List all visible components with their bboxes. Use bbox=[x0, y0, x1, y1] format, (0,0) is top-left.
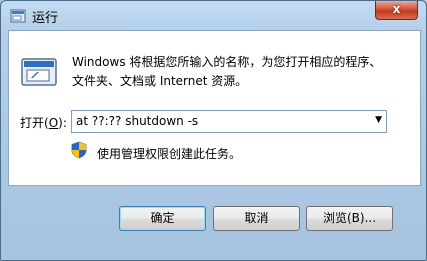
window-title: 运行 bbox=[32, 11, 59, 26]
run-program-icon bbox=[21, 58, 57, 86]
dialog-body: Windows 将根据您所输入的名称，为您打开相应的程序、 文件夹、文档或 In… bbox=[8, 30, 421, 186]
title-bar[interactable]: 运行 x bbox=[1, 1, 426, 29]
close-icon: x bbox=[392, 2, 401, 16]
command-input[interactable]: at ??:?? shutdown -s bbox=[76, 114, 198, 128]
uac-shield-icon bbox=[71, 141, 87, 159]
command-combobox[interactable]: at ??:?? shutdown -s ▼ bbox=[71, 110, 387, 133]
run-icon bbox=[10, 9, 26, 23]
open-label: 打开(O): bbox=[20, 116, 67, 130]
dropdown-arrow-icon[interactable]: ▼ bbox=[375, 115, 382, 125]
run-dialog-window: 运行 x Windows 将根据您所输入的名称，为您打开相应的程序、 文件夹、文… bbox=[0, 0, 427, 261]
close-button[interactable]: x bbox=[375, 1, 418, 20]
dialog-description: Windows 将根据您所输入的名称，为您打开相应的程序、 文件夹、文档或 In… bbox=[72, 53, 412, 91]
open-accelerator-key: O bbox=[48, 116, 59, 130]
ok-button[interactable]: 确定 bbox=[119, 206, 206, 231]
description-line-1: Windows 将根据您所输入的名称，为您打开相应的程序、 bbox=[72, 55, 382, 69]
browse-button[interactable]: 浏览(B)... bbox=[306, 206, 393, 231]
admin-privilege-note: 使用管理权限创建此任务。 bbox=[97, 147, 242, 161]
description-line-2: 文件夹、文档或 Internet 资源。 bbox=[72, 74, 248, 88]
cancel-button[interactable]: 取消 bbox=[213, 206, 300, 231]
